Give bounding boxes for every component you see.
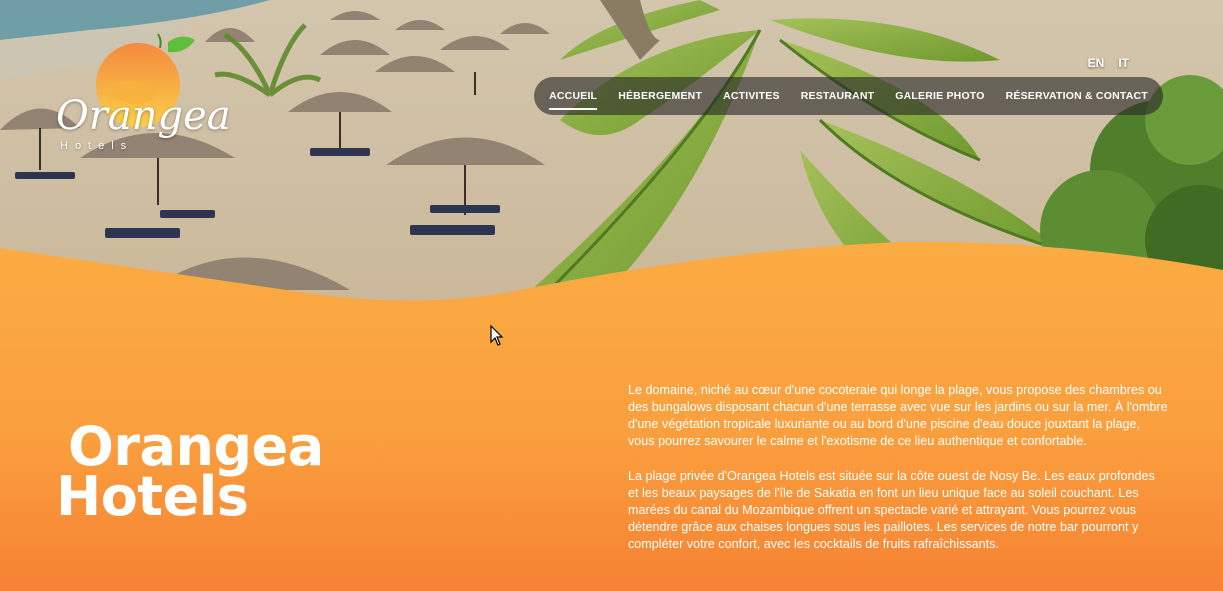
nav-accueil[interactable]: ACCUEIL bbox=[549, 86, 598, 110]
description-paragraph-2: La plage privée d'Orangea Hotels est sit… bbox=[628, 469, 1155, 551]
lang-en-link[interactable]: EN bbox=[1088, 56, 1105, 70]
lang-it-link[interactable]: IT bbox=[1118, 56, 1129, 70]
logo-tagline: Hotels bbox=[60, 140, 134, 152]
description: Le domaine, niché au cœur d'une cocotera… bbox=[628, 382, 1168, 571]
nav-activites[interactable]: ACTIVITES bbox=[723, 86, 780, 106]
nav-reservation-contact[interactable]: RÉSERVATION & CONTACT bbox=[1006, 86, 1148, 106]
description-paragraph-1: Le domaine, niché au cœur d'une cocotera… bbox=[628, 383, 1168, 448]
logo-wordmark: Orangea bbox=[56, 93, 231, 139]
main-nav: ACCUEIL HÉBERGEMENT ACTIVITES RESTAURANT… bbox=[534, 77, 1163, 115]
language-switcher: EN IT bbox=[1088, 56, 1129, 70]
nav-galerie-photo[interactable]: GALERIE PHOTO bbox=[895, 86, 984, 106]
main-title-line2: Hotels bbox=[56, 465, 249, 528]
nav-hebergement[interactable]: HÉBERGEMENT bbox=[618, 86, 702, 106]
main-title: Orangea Hotels bbox=[56, 420, 324, 528]
nav-restaurant[interactable]: RESTAURANT bbox=[801, 86, 875, 106]
mouse-pointer-icon bbox=[490, 325, 504, 346]
